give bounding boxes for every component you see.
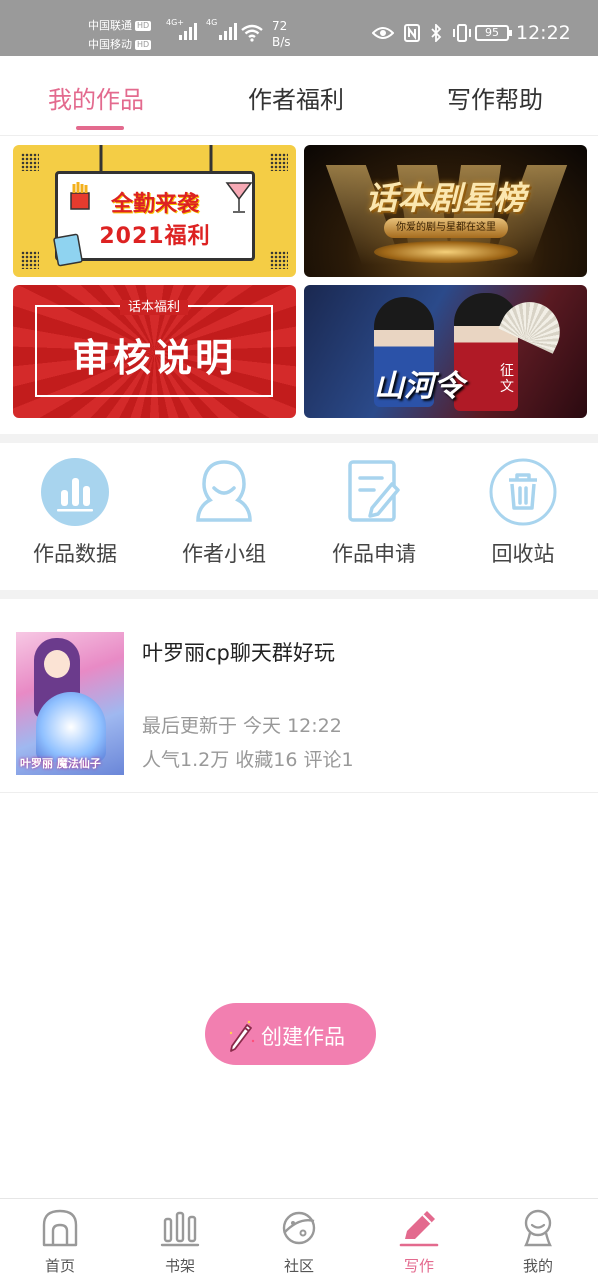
banner-title: 话本剧星榜 (365, 179, 526, 217)
work-list-item[interactable]: 叶罗丽 魔法仙子 叶罗丽cp聊天群好玩 最后更新于 今天 12:22 人气1.2… (0, 600, 598, 793)
dots-decoration (270, 153, 288, 171)
bluetooth-icon (431, 24, 442, 42)
cover-logo: 叶罗丽 魔法仙子 (20, 757, 101, 770)
banner-subtitle: 话本福利 (119, 300, 188, 315)
tab-indicator (76, 126, 124, 130)
create-work-label: 创建作品 (261, 1025, 345, 1049)
nav-label: 社区 (283, 1257, 314, 1275)
tab-writing-help[interactable]: 写作帮助 (447, 80, 543, 115)
nav-write[interactable]: 写作 (379, 1207, 459, 1276)
book-icon (53, 233, 83, 267)
profile-icon (524, 1209, 552, 1247)
bookshelf-icon (160, 1211, 200, 1247)
nav-label: 书架 (164, 1257, 195, 1275)
edit-document-icon (348, 460, 400, 522)
entry-label: 作者小组 (182, 542, 266, 566)
drink-icon (225, 182, 253, 213)
nav-bookshelf[interactable]: 书架 (140, 1207, 220, 1276)
nav-label: 写作 (403, 1257, 434, 1275)
dots-decoration (270, 251, 288, 269)
banner-title: 审核说明 (71, 336, 236, 380)
nav-home[interactable]: 首页 (20, 1207, 100, 1276)
dots-decoration (21, 251, 39, 269)
nav-label: 我的 (522, 1257, 553, 1275)
nav-community[interactable]: 社区 (259, 1207, 339, 1276)
banner-review-instructions[interactable]: 话本福利 审核说明 (13, 285, 296, 418)
entry-author-group[interactable]: 作者小组 (164, 458, 284, 568)
banner-tag: 征文 (500, 363, 514, 395)
bar-chart-icon (41, 458, 109, 526)
eye-icon (372, 27, 394, 39)
battery-icon: 95 (475, 25, 512, 41)
section-divider (0, 434, 598, 443)
entry-label: 作品申请 (332, 542, 416, 566)
work-updated-time: 最后更新于 今天 12:22 (142, 715, 342, 737)
work-title: 叶罗丽cp聊天群好玩 (142, 641, 335, 665)
entry-work-application[interactable]: 作品申请 (314, 458, 434, 568)
work-stats: 人气1.2万 收藏16 评论1 (142, 749, 354, 771)
status-icons (372, 24, 472, 42)
section-divider (0, 590, 598, 599)
banner-attendance-benefits[interactable]: 全勤来袭 2021福利 (13, 145, 296, 277)
entry-work-data[interactable]: 作品数据 (15, 458, 135, 568)
banner-shanheling-contest[interactable]: 山河令 征文 (304, 285, 587, 418)
carrier-2: 中国移动 (88, 38, 132, 51)
nav-label: 首页 (44, 1257, 75, 1275)
nav-profile[interactable]: 我的 (498, 1207, 578, 1276)
nfc-icon (404, 24, 420, 42)
entry-label: 回收站 (491, 542, 555, 566)
entry-recycle-bin[interactable]: 回收站 (463, 458, 583, 568)
banner-drama-star-ranking[interactable]: 话本剧星榜 你爱的剧与星都在这里 (304, 145, 587, 277)
tab-author-benefits[interactable]: 作者福利 (248, 80, 344, 115)
tab-my-works[interactable]: 我的作品 (48, 80, 144, 115)
planet-icon (282, 1211, 316, 1245)
fries-icon (70, 182, 90, 210)
trash-icon (489, 458, 557, 526)
banner-subtitle: 你爱的剧与星都在这里 (384, 218, 508, 238)
entry-label: 作品数据 (33, 542, 117, 566)
create-work-button[interactable]: 创建作品 (205, 1003, 376, 1065)
pencil-icon (229, 1020, 255, 1052)
work-cover[interactable]: 叶罗丽 魔法仙子 (16, 632, 124, 775)
home-icon (42, 1209, 78, 1247)
clock: 12:22 (516, 22, 571, 44)
banner-title: 山河令 (374, 369, 464, 404)
group-icon (196, 460, 252, 522)
network-speed: 72 B/s (272, 19, 291, 49)
wifi-icon (241, 24, 263, 42)
carrier-1: 中国联通 (88, 19, 132, 32)
app-screen: 中国联通 HD 中国移动 HD 4G+ 4G 72 B/s 95 12:22 我… (0, 0, 598, 1280)
pen-icon (399, 1211, 439, 1247)
carrier-info: 中国联通 HD 中国移动 HD (88, 19, 152, 51)
vibrate-icon (453, 24, 471, 42)
banner-frame: 话本福利 审核说明 (35, 300, 273, 397)
top-tabs: 我的作品 作者福利 写作帮助 (0, 56, 598, 136)
bottom-nav: 首页 书架 社区 写作 我的 (0, 1198, 598, 1280)
stage-decoration (374, 241, 518, 263)
dots-decoration (21, 153, 39, 171)
status-bar: 中国联通 HD 中国移动 HD 4G+ 4G 72 B/s 95 12:22 (0, 0, 598, 56)
